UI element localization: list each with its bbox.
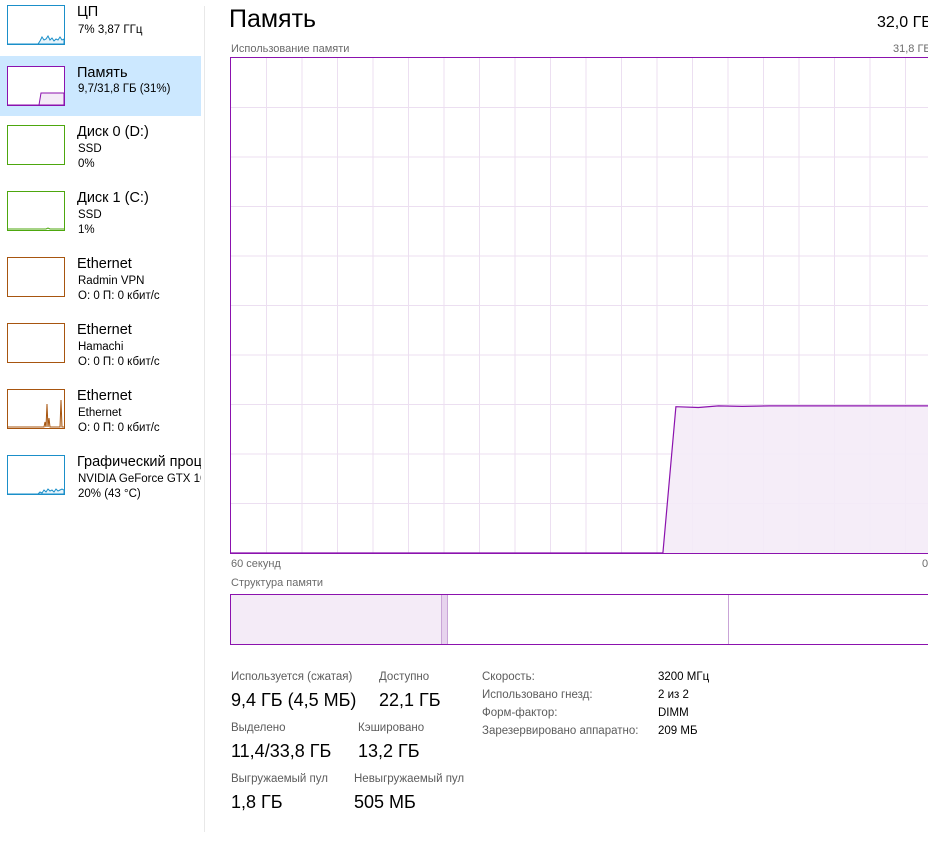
sidebar-item-title: Ethernet — [77, 322, 132, 338]
sidebar-item-title: Память — [77, 65, 128, 81]
memory-panel: Память 32,0 ГБ Использование памяти 31,8… — [205, 0, 928, 842]
paged-pool-value: 1,8 ГБ — [231, 792, 283, 812]
sidebar-item-subtitle: Ethernet — [78, 407, 122, 419]
nonpaged-pool-value: 505 МБ — [354, 792, 416, 812]
sidebar-item-detail: 1% — [78, 224, 95, 236]
cpu-thumbnail-graph — [7, 5, 65, 45]
structure-standby — [448, 595, 730, 644]
in-use-label: Используется (сжатая) — [231, 671, 353, 683]
slots-label: Использовано гнезд: — [482, 689, 593, 701]
hardware-reserved-label: Зарезервировано аппаратно: — [482, 725, 639, 737]
cached-value: 13,2 ГБ — [358, 741, 420, 761]
sidebar-item-subtitle: 7% 3,87 ГГц — [78, 24, 143, 36]
usage-graph-label: Использование памяти — [231, 43, 350, 55]
committed-value: 11,4/33,8 ГБ — [231, 741, 332, 761]
sidebar-item-subtitle: Radmin VPN — [78, 275, 145, 287]
sidebar-item-detail: 0% — [78, 158, 95, 170]
sidebar-item-detail: 20% (43 °C) — [78, 488, 141, 500]
sidebar-item-title: ЦП — [77, 4, 99, 20]
paged-pool-label: Выгружаемый пул — [231, 773, 328, 785]
sidebar-item-detail: О: 0 П: 0 кбит/с — [78, 422, 160, 434]
sidebar-item-title: Ethernet — [77, 256, 132, 272]
nonpaged-pool-label: Невыгружаемый пул — [354, 773, 465, 785]
available-value: 22,1 ГБ — [379, 690, 441, 710]
sidebar-item-cpu[interactable]: ЦП 7% 3,87 ГГц — [0, 0, 201, 60]
memory-thumbnail-graph — [7, 66, 65, 106]
sidebar-item-ethernet[interactable]: Ethernet Ethernet О: 0 П: 0 кбит/с — [0, 382, 201, 442]
disk-1-thumbnail-graph — [7, 191, 65, 231]
cached-label: Кэшировано — [358, 722, 425, 734]
sidebar: ЦП 7% 3,87 ГГц Память 9,7/31,8 ГБ (31%) … — [0, 0, 204, 842]
sidebar-item-subtitle: SSD — [78, 209, 102, 221]
sidebar-item-subtitle: 9,7/31,8 ГБ (31%) — [78, 83, 171, 95]
page-title: Память — [229, 5, 317, 33]
form-factor-value: DIMM — [658, 707, 689, 719]
axis-left-label: 60 секунд — [231, 558, 281, 570]
sidebar-item-ethernet-hamachi[interactable]: Ethernet Hamachi О: 0 П: 0 кбит/с — [0, 316, 201, 376]
sidebar-item-detail: О: 0 П: 0 кбит/с — [78, 290, 160, 302]
sidebar-item-detail: О: 0 П: 0 кбит/с — [78, 356, 160, 368]
axis-right-label: 0 — [922, 558, 928, 570]
sidebar-item-memory[interactable]: Память 9,7/31,8 ГБ (31%) — [0, 56, 201, 116]
ethernet-thumbnail-graph — [7, 257, 65, 297]
hardware-reserved-value: 209 МБ — [658, 725, 698, 737]
structure-free — [729, 595, 928, 644]
slots-value: 2 из 2 — [658, 689, 689, 701]
sidebar-item-title: Ethernet — [77, 388, 132, 404]
memory-usage-chart — [231, 58, 928, 553]
sidebar-item-title: Графический процессор — [77, 454, 201, 470]
sidebar-item-subtitle: SSD — [78, 143, 102, 155]
usage-graph-max: 31,8 ГБ — [893, 43, 928, 55]
gpu-thumbnail-graph — [7, 455, 65, 495]
sidebar-item-subtitle: Hamachi — [78, 341, 124, 353]
ethernet-thumbnail-graph — [7, 323, 65, 363]
sidebar-item-disk-0[interactable]: Диск 0 (D:) SSD 0% — [0, 118, 201, 178]
memory-usage-graph — [230, 57, 928, 554]
sidebar-item-disk-1[interactable]: Диск 1 (C:) SSD 1% — [0, 184, 201, 244]
speed-label: Скорость: — [482, 671, 535, 683]
sidebar-item-title: Диск 0 (D:) — [77, 124, 149, 140]
sidebar-item-subtitle: NVIDIA GeForce GTX 1070 — [78, 473, 201, 485]
disk-0-thumbnail-graph — [7, 125, 65, 165]
structure-modified — [441, 595, 449, 644]
structure-label: Структура памяти — [231, 577, 324, 589]
in-use-value: 9,4 ГБ (4,5 МБ) — [231, 690, 357, 710]
memory-structure-bar — [230, 594, 928, 645]
sidebar-item-ethernet-radmin[interactable]: Ethernet Radmin VPN О: 0 П: 0 кбит/с — [0, 250, 201, 310]
committed-label: Выделено — [231, 722, 286, 734]
speed-value: 3200 МГц — [658, 671, 710, 683]
sidebar-item-title: Диск 1 (C:) — [77, 190, 149, 206]
ethernet-thumbnail-graph — [7, 389, 65, 429]
structure-in-use — [231, 595, 442, 644]
form-factor-label: Форм-фактор: — [482, 707, 558, 719]
sidebar-item-gpu[interactable]: Графический процессор NVIDIA GeForce GTX… — [0, 448, 201, 508]
total-memory: 32,0 ГБ — [877, 14, 928, 31]
memory-usage-area — [231, 405, 928, 553]
available-label: Доступно — [379, 671, 430, 683]
